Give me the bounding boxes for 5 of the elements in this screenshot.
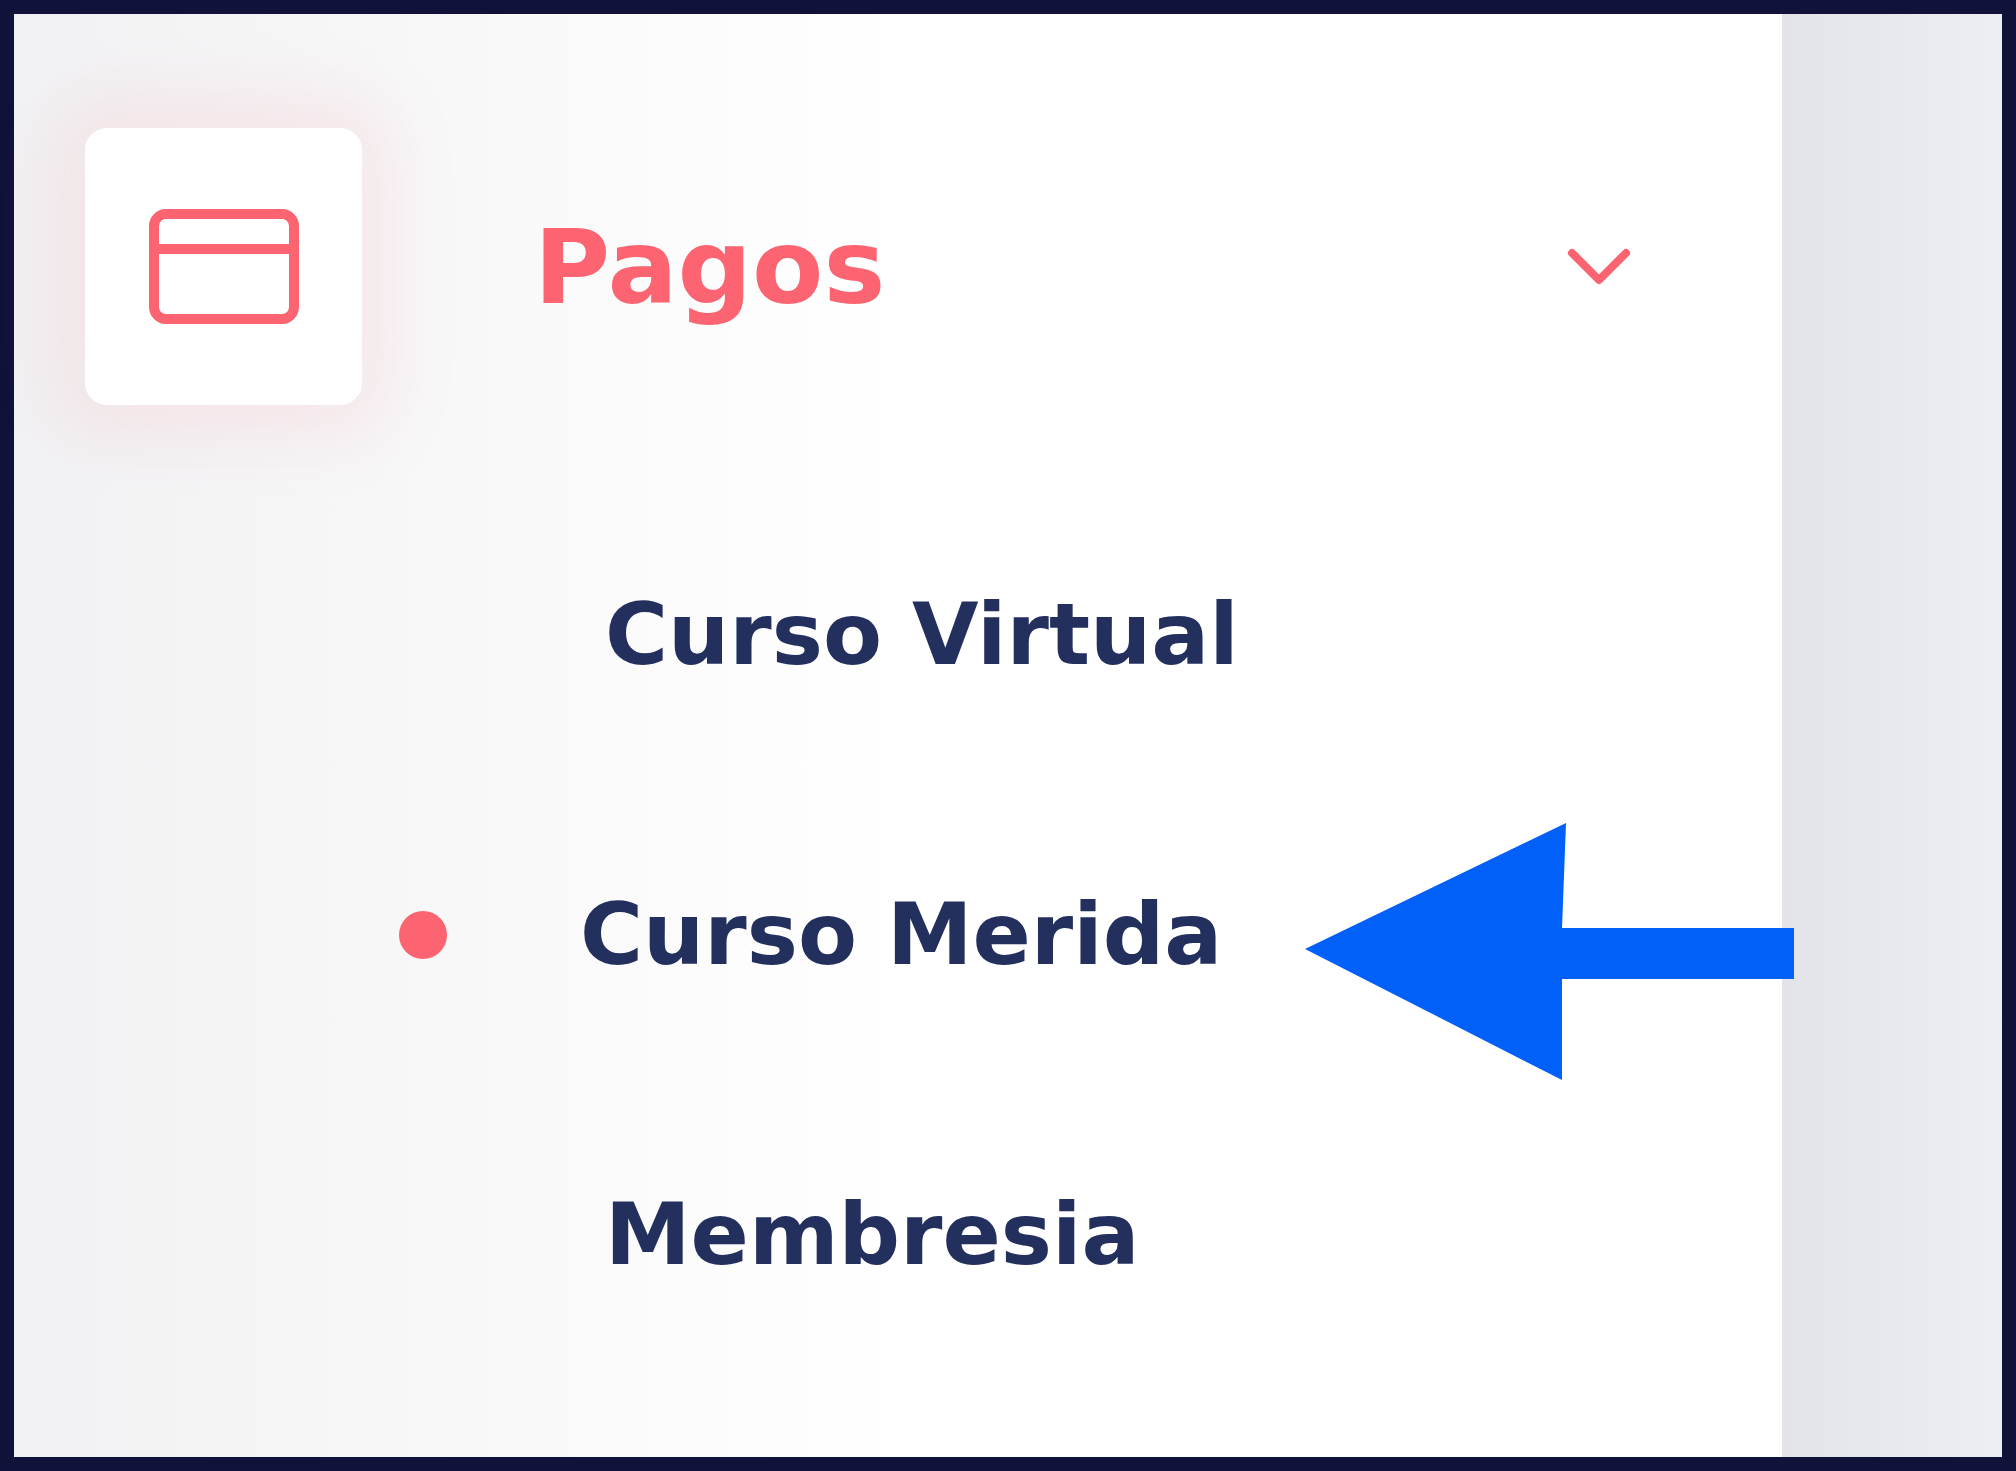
submenu-item[interactable]: Curso Merida: [580, 881, 1223, 989]
submenu-item[interactable]: Curso Virtual: [605, 581, 1239, 689]
submenu-item[interactable]: Membresia: [605, 1181, 1140, 1289]
chevron-icon[interactable]: [1566, 246, 1632, 287]
credit-card-icon: [148, 209, 299, 324]
